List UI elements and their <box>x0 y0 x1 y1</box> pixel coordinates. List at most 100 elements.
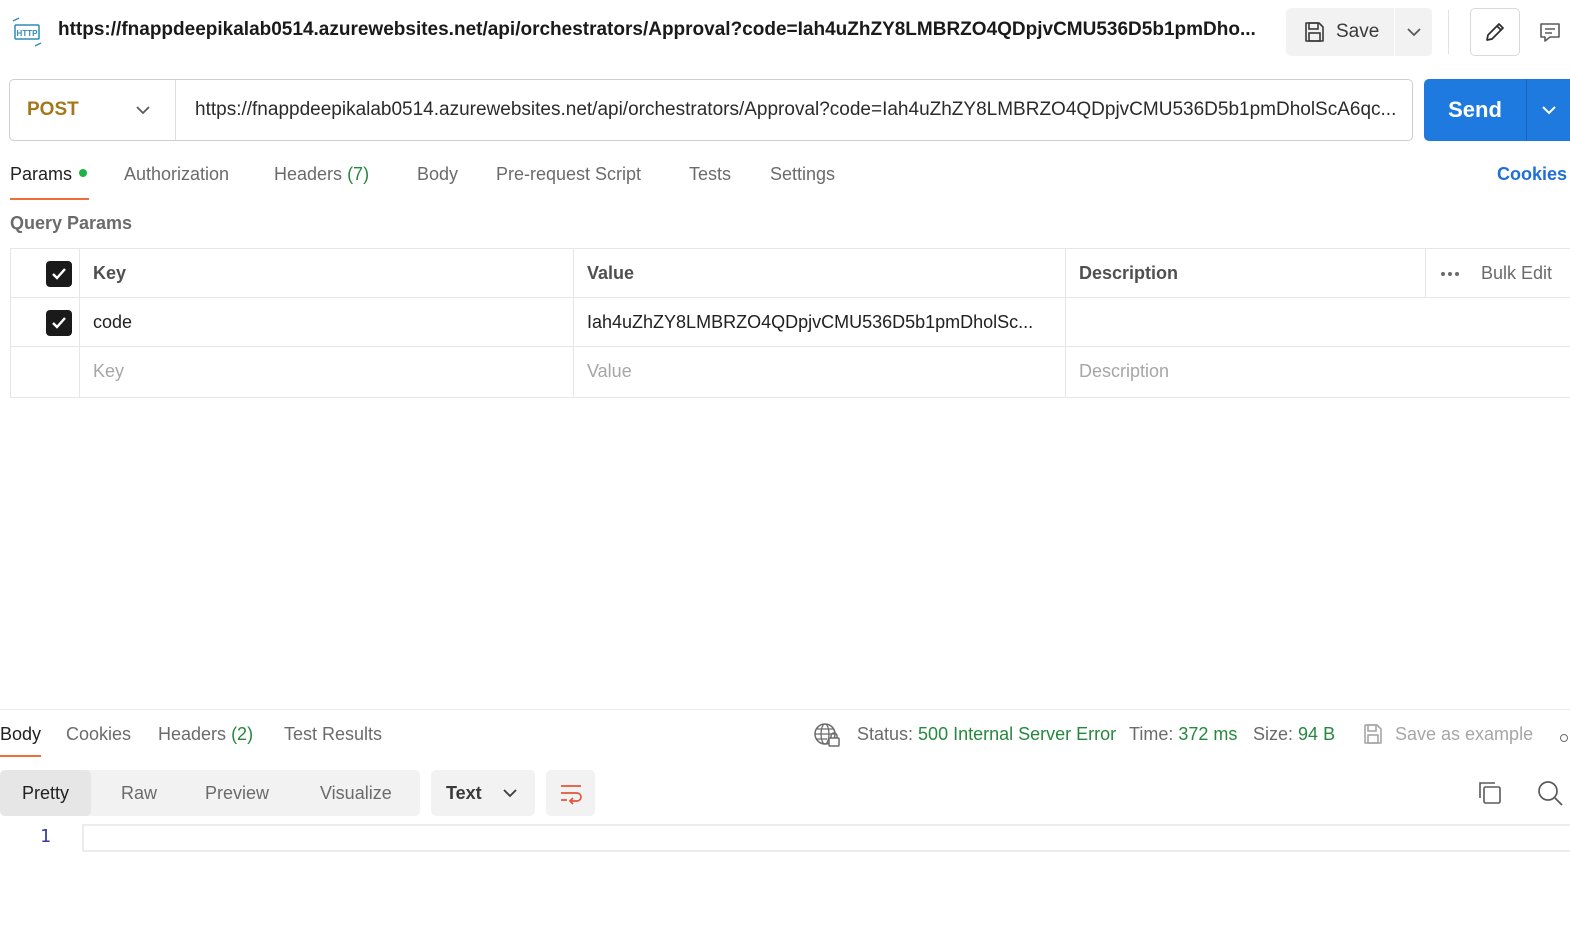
tab-authorization[interactable]: Authorization <box>124 164 229 185</box>
active-tab-underline <box>10 198 89 200</box>
copy-button[interactable] <box>1476 779 1504 812</box>
column-header-value: Value <box>587 263 635 283</box>
search-icon <box>1538 781 1563 806</box>
param-value-field[interactable]: Iah4uZhZY8LMBRZO4QDpjvCMU536D5b1pmDholSc… <box>573 298 1065 346</box>
chevron-down-icon <box>136 106 150 115</box>
more-options-icon[interactable] <box>1440 264 1460 284</box>
row-check-cell <box>11 347 79 397</box>
response-tab-body[interactable]: Body <box>0 724 41 745</box>
response-view-selector: Pretty Raw Preview Visualize <box>0 770 420 816</box>
method-label: POST <box>27 99 79 120</box>
wrap-lines-icon <box>560 785 582 805</box>
new-description-input[interactable]: Description <box>1065 347 1425 397</box>
send-button[interactable]: Send <box>1424 97 1526 123</box>
time-value[interactable]: 372 ms <box>1178 724 1237 744</box>
format-value: Text <box>446 782 482 803</box>
request-tabs: Params Authorization Headers (7) Body Pr… <box>10 160 1570 202</box>
row-check-cell <box>11 298 79 346</box>
tab-headers-count: (7) <box>347 164 370 184</box>
cookies-link[interactable]: Cookies <box>1497 164 1567 185</box>
response-tabs: Body Cookies Headers (2) Test Results St… <box>0 722 1570 760</box>
size-value[interactable]: 94 B <box>1298 724 1335 744</box>
param-value: Iah4uZhZY8LMBRZO4QDpjvCMU536D5b1pmDholSc… <box>587 312 1034 332</box>
bulk-edit-link[interactable]: Bulk Edit <box>1481 263 1552 284</box>
select-all-checkbox[interactable] <box>46 261 72 287</box>
response-tab-headers-count: (2) <box>231 724 254 744</box>
response-tab-headers[interactable]: Headers (2) <box>158 724 253 745</box>
new-value-input[interactable]: Value <box>573 347 1065 397</box>
view-raw[interactable]: Raw <box>121 770 157 816</box>
edit-button[interactable] <box>1470 8 1520 56</box>
chevron-down-icon <box>1406 28 1421 37</box>
send-button-group: Send <box>1424 79 1570 141</box>
chevron-down-icon <box>1541 106 1556 115</box>
response-tab-cookies[interactable]: Cookies <box>66 724 131 745</box>
tab-headers[interactable]: Headers (7) <box>274 164 369 185</box>
checkmark-icon <box>52 268 66 280</box>
response-divider[interactable] <box>0 709 1570 710</box>
param-key: code <box>93 312 133 332</box>
param-description-field[interactable] <box>1065 298 1425 346</box>
chevron-down-icon <box>503 789 517 798</box>
param-key-field[interactable]: code <box>79 298 573 346</box>
send-options-button[interactable] <box>1527 79 1570 141</box>
wrap-lines-button[interactable] <box>546 770 595 816</box>
checkmark-icon <box>52 317 66 329</box>
table-row: code Iah4uZhZY8LMBRZO4QDpjvCMU536D5b1pmD… <box>11 298 1570 347</box>
request-titlebar: HTTP https://fnappdeepikalab0514.azurewe… <box>0 0 1570 64</box>
save-label: Save <box>1336 21 1380 42</box>
row-trailing-cell <box>1425 298 1570 346</box>
url-text: https://fnappdeepikalab0514.azurewebsite… <box>195 99 1397 120</box>
save-button-group: Save <box>1286 8 1432 56</box>
view-pretty[interactable]: Pretty <box>0 770 92 816</box>
view-visualize[interactable]: Visualize <box>320 770 392 816</box>
method-select[interactable]: POST <box>10 80 176 140</box>
url-bar: POST https://fnappdeepikalab0514.azurewe… <box>9 79 1413 141</box>
http-icon: HTTP <box>11 17 43 47</box>
view-preview[interactable]: Preview <box>205 770 269 816</box>
tab-body[interactable]: Body <box>417 164 458 185</box>
response-body-editor[interactable] <box>82 824 1570 852</box>
response-size: Size: 94 B <box>1253 724 1335 745</box>
request-title[interactable]: https://fnappdeepikalab0514.azurewebsite… <box>58 19 1256 41</box>
copy-icon <box>1479 782 1501 804</box>
new-key-input[interactable]: Key <box>79 347 573 397</box>
save-button[interactable]: Save <box>1286 8 1394 56</box>
search-button[interactable] <box>1536 779 1564 812</box>
table-row-empty: Key Value Description <box>11 347 1570 397</box>
query-params-title: Query Params <box>10 213 133 233</box>
save-options-button[interactable] <box>1395 8 1432 56</box>
param-enabled-checkbox[interactable] <box>46 310 72 336</box>
response-tab-test-results[interactable]: Test Results <box>284 724 382 745</box>
more-options-icon[interactable] <box>1560 734 1568 742</box>
save-icon <box>1364 724 1382 744</box>
tab-params-label: Params <box>10 164 73 184</box>
column-header-key: Key <box>93 263 127 283</box>
comments-button[interactable] <box>1530 8 1570 56</box>
save-as-example-label: Save as example <box>1395 723 1534 744</box>
params-active-dot <box>79 169 88 178</box>
format-select[interactable]: Text <box>431 770 535 816</box>
row-trailing-cell <box>1425 347 1570 397</box>
toolbar-divider <box>1448 10 1449 54</box>
tab-params[interactable]: Params <box>10 164 88 185</box>
select-all-cell <box>11 249 79 297</box>
size-label: Size: <box>1253 724 1294 744</box>
tab-pre-request-script[interactable]: Pre-request Script <box>496 164 641 185</box>
url-input[interactable]: https://fnappdeepikalab0514.azurewebsite… <box>176 80 1412 140</box>
active-response-tab-underline <box>0 755 41 757</box>
save-as-example-button[interactable]: Save as example <box>1362 722 1533 746</box>
column-header-description: Description <box>1079 263 1179 283</box>
tab-tests[interactable]: Tests <box>689 164 731 185</box>
tab-settings[interactable]: Settings <box>770 164 835 185</box>
key-placeholder: Key <box>93 361 125 381</box>
response-tab-headers-label: Headers <box>158 724 227 744</box>
globe-lock-icon[interactable] <box>813 722 841 748</box>
save-icon <box>1305 22 1324 42</box>
query-params-table: Key Value Description Bulk Edit code Iah… <box>10 248 1570 398</box>
comment-icon <box>1540 23 1560 42</box>
value-placeholder: Value <box>587 361 632 381</box>
status-value[interactable]: 500 Internal Server Error <box>918 724 1116 744</box>
status-label: Status: <box>857 724 914 744</box>
response-status: Status: 500 Internal Server Error <box>857 724 1116 745</box>
